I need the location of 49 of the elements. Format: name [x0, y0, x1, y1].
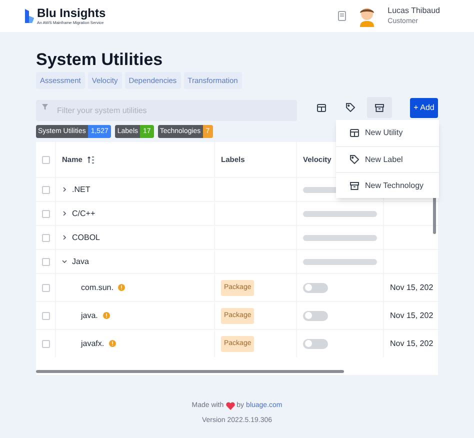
checkbox[interactable] — [42, 258, 50, 266]
date-cell: Nov 15, 202 — [390, 282, 434, 294]
archive-icon — [350, 182, 359, 190]
table-icon — [317, 104, 326, 112]
chevron-icon[interactable] — [62, 259, 67, 264]
toggle-switch[interactable] — [303, 310, 328, 321]
checkbox[interactable] — [42, 234, 50, 242]
brand-name: Blu Insights — [37, 6, 106, 20]
row-name[interactable]: java. — [81, 310, 98, 322]
book-icon[interactable] — [338, 11, 346, 21]
add-button[interactable]: + Add — [410, 98, 438, 118]
row-name[interactable]: .NET — [72, 184, 90, 196]
checkbox[interactable] — [42, 284, 50, 292]
archive-view-button[interactable] — [367, 97, 392, 118]
row-name[interactable]: COBOL — [72, 232, 100, 244]
row-name[interactable]: javafx. — [81, 338, 104, 350]
row-name[interactable]: Java — [72, 256, 89, 268]
chevron-icon[interactable] — [62, 211, 67, 216]
filter-field[interactable]: Filter your system utilities — [36, 100, 297, 122]
horizontal-scrollbar[interactable] — [36, 370, 344, 374]
warning-icon — [109, 340, 116, 348]
checkbox[interactable] — [42, 156, 50, 164]
heart-icon — [226, 402, 235, 410]
date-cell: Nov 15, 202 — [390, 338, 434, 350]
toggle-switch[interactable] — [303, 282, 328, 293]
archive-icon — [375, 104, 384, 112]
checkbox[interactable] — [42, 312, 50, 320]
checkbox[interactable] — [42, 186, 50, 194]
checkbox[interactable] — [42, 210, 50, 218]
row-name[interactable]: C/C++ — [72, 208, 96, 220]
menu-item[interactable]: New Utility — [336, 120, 439, 146]
user-name: Lucas Thibaud — [388, 5, 440, 17]
page-title: System Utilities — [36, 50, 164, 70]
tag-icon — [346, 103, 355, 112]
filter-icon — [42, 104, 48, 110]
menu-item[interactable]: New Technology — [336, 172, 439, 198]
tag-icon — [350, 155, 359, 164]
menu-item[interactable]: New Label — [336, 146, 439, 172]
toggle-switch[interactable] — [303, 338, 328, 349]
table-icon — [350, 129, 359, 137]
warning-icon — [102, 312, 110, 320]
sort-icon[interactable] — [87, 156, 96, 164]
row-name[interactable]: com.sun. — [81, 282, 114, 294]
chevron-icon[interactable] — [62, 235, 67, 240]
checkbox[interactable] — [42, 340, 50, 348]
warning-icon — [118, 284, 126, 292]
logo-icon — [25, 9, 34, 23]
chevron-icon[interactable] — [62, 187, 67, 192]
date-cell: Nov 15, 202 — [390, 310, 434, 322]
